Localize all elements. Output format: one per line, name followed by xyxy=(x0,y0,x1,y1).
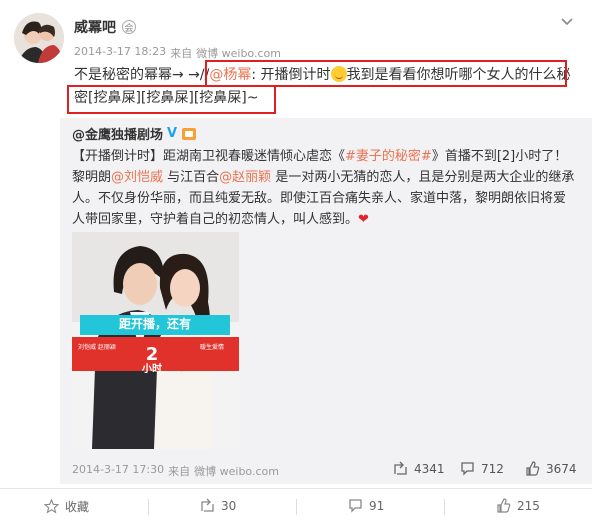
avatar-image xyxy=(14,13,64,63)
forward-icon xyxy=(201,498,214,512)
divider xyxy=(444,499,445,515)
forward-icon xyxy=(394,461,407,475)
repost-via: 来自 xyxy=(168,465,191,478)
repost-forward-count: 4341 xyxy=(414,461,445,476)
repost-source[interactable]: 微博 weibo.com xyxy=(194,463,279,479)
poster-tagline: 暖生爱情 xyxy=(200,343,224,351)
repost-text-c: 与江百合 xyxy=(163,170,220,185)
thumbs-up-icon xyxy=(526,461,540,476)
repost-like-count: 3674 xyxy=(546,461,577,476)
repost-forward-button[interactable]: 4341 xyxy=(393,461,445,476)
poster-image[interactable]: 距开播，还有 2 小时 刘恺威 赵丽颖 暖生爱情 xyxy=(72,232,239,449)
repost-time[interactable]: 2014-3-17 17:30 xyxy=(72,463,164,479)
weibo-post-card: 威冪吧 会 2014-3-17 18:23 来自 微博 weibo.com 不是… xyxy=(0,0,592,523)
star-icon xyxy=(44,499,59,514)
comment-button[interactable]: 91 xyxy=(348,498,384,513)
highlight-box-bottom xyxy=(67,85,276,114)
action-bar: 收藏 30 91 215 xyxy=(0,488,592,523)
post-source[interactable]: 微博 weibo.com xyxy=(196,45,281,61)
poster-countdown-unit: 小时 xyxy=(141,362,162,375)
repost-count: 30 xyxy=(221,498,237,513)
post-meta: 2014-3-17 18:23 来自 微博 weibo.com xyxy=(74,45,281,61)
post-via: 来自 xyxy=(170,47,193,60)
thumbs-up-icon xyxy=(497,498,511,513)
repost-like-button[interactable]: 3674 xyxy=(525,461,577,476)
poster-artwork: 距开播，还有 2 小时 刘恺威 赵丽颖 暖生爱情 xyxy=(72,232,239,449)
highlight-box-top xyxy=(205,60,567,87)
comment-icon xyxy=(461,462,474,476)
comment-count: 91 xyxy=(369,498,385,513)
post-author-name[interactable]: 威冪吧 xyxy=(74,17,116,37)
repost-author[interactable]: @金鹰独播剧场 V xyxy=(72,124,197,143)
divider xyxy=(296,499,297,515)
post-text-part1: 不是秘密的幂幂→ →// xyxy=(74,67,210,83)
repost-comment-button[interactable]: 712 xyxy=(460,461,504,476)
heart-icon: ❤ xyxy=(358,212,369,227)
repost-text: 【开播倒计时】距湖南卫视春暖迷情倾心虐恋《#妻子的秘密#》首播不到[2]小时了！… xyxy=(72,146,577,230)
divider xyxy=(148,499,149,515)
poster-countdown-number: 2 xyxy=(146,344,159,365)
repost-meta: 2014-3-17 17:30 来自 微博 weibo.com xyxy=(72,463,279,479)
favorite-button[interactable]: 收藏 xyxy=(44,498,89,515)
avatar[interactable] xyxy=(14,13,64,63)
chevron-down-icon[interactable] xyxy=(558,12,576,30)
comment-icon xyxy=(349,499,362,513)
repost-author-name[interactable]: @金鹰独播剧场 xyxy=(72,124,163,143)
level-badge-icon xyxy=(182,127,197,140)
poster-actor-names: 刘恺威 赵丽颖 xyxy=(78,343,116,351)
repost-text-a: 【开播倒计时】距湖南卫视春暖迷情倾心虐恋《 xyxy=(72,149,346,164)
repost-comment-count: 712 xyxy=(481,461,504,476)
like-button[interactable]: 215 xyxy=(496,498,540,513)
poster-banner-text: 距开播，还有 xyxy=(119,316,191,331)
post-time[interactable]: 2014-3-17 18:23 xyxy=(74,45,166,61)
mention-link-liu[interactable]: @刘恺威 xyxy=(111,170,163,185)
mention-link-zhao[interactable]: @赵丽颖 xyxy=(219,170,271,185)
member-badge-icon: 会 xyxy=(122,20,136,34)
post-author[interactable]: 威冪吧 会 xyxy=(74,17,136,37)
verified-icon: V xyxy=(167,126,178,141)
repost-button[interactable]: 30 xyxy=(200,498,236,513)
topic-link[interactable]: #妻子的秘密# xyxy=(345,149,432,164)
like-count: 215 xyxy=(517,498,540,513)
favorite-label: 收藏 xyxy=(65,500,90,514)
